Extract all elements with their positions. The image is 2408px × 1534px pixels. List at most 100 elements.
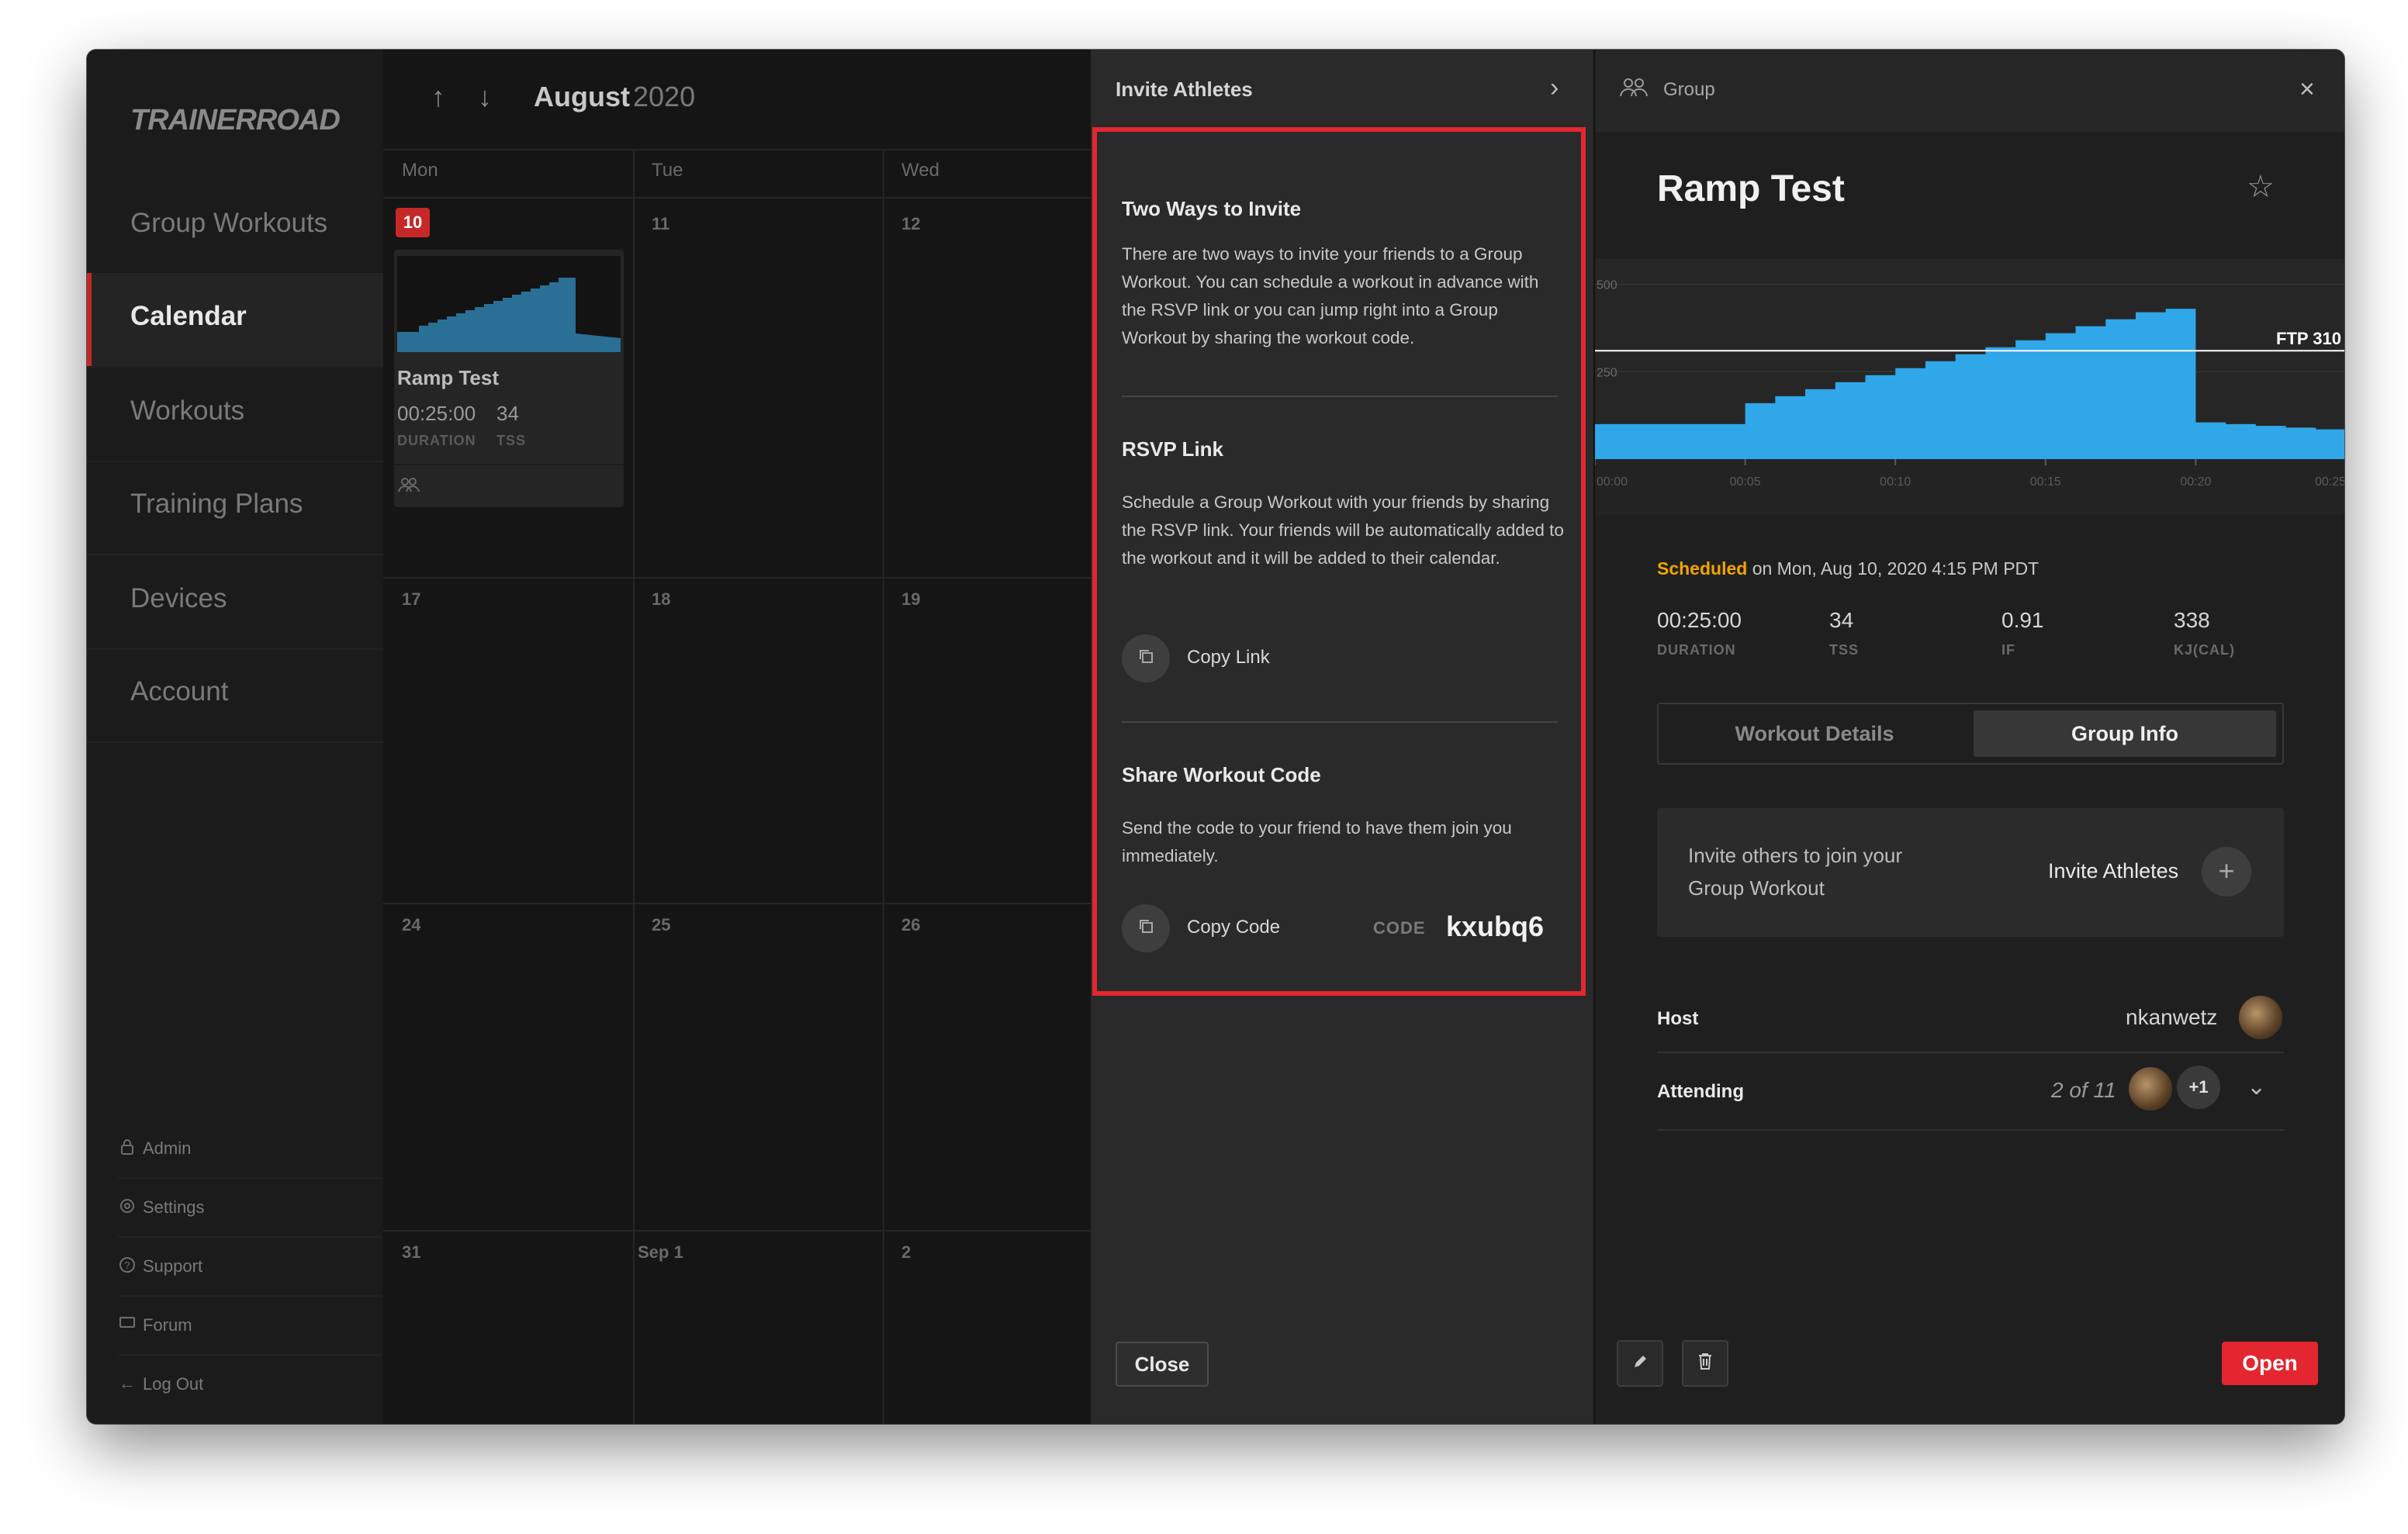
sidebar-item-label: Forum [143, 1315, 192, 1335]
nav-label: Calendar [130, 301, 247, 331]
section-body: There are two ways to invite your friend… [1122, 244, 1539, 347]
day-number[interactable]: 24 [402, 915, 420, 935]
row-divider [1657, 1052, 2284, 1053]
sidebar-item-label: Log Out [143, 1374, 204, 1394]
open-button[interactable]: Open [2222, 1342, 2318, 1385]
stat-label: TSS [1829, 642, 1860, 658]
nav-training-plans[interactable]: Training Plans [87, 461, 383, 555]
day-number[interactable]: 17 [402, 589, 420, 610]
nav-group-workouts[interactable]: Group Workouts [87, 180, 383, 275]
trainerroad-logo: TRAINERROAD [130, 104, 341, 136]
calendar-divider [883, 150, 884, 1424]
more-attendees-badge[interactable]: +1 [2177, 1066, 2220, 1109]
host-avatar[interactable] [2237, 994, 2284, 1041]
chart-svg: 500 250 FTP 310 00:00 00:05 00:10 00:15 00:20 00… [1594, 259, 2344, 515]
app-window: TRAINERROAD Group Workouts Calendar Work… [87, 50, 2344, 1424]
duration-label: DURATION [397, 433, 476, 448]
stat-label: KJ(CAL) [2174, 642, 2235, 658]
weekday-label: Mon [402, 160, 438, 181]
nav-label: Workouts [130, 396, 245, 426]
arrow-left-icon: ← [119, 1373, 136, 1393]
stat-value: 0.91 [2001, 608, 2044, 632]
stat-label: DURATION [1657, 642, 1736, 658]
tab-group-info[interactable]: Group Info [1974, 710, 2276, 757]
sidebar-item-label: Settings [143, 1197, 205, 1217]
day-number[interactable]: 26 [901, 915, 920, 935]
sidebar-item-logout[interactable]: ← Log Out [118, 1356, 382, 1413]
close-icon[interactable]: × [2299, 74, 2315, 105]
gear-icon [118, 1197, 137, 1216]
star-icon[interactable]: ☆ [2247, 169, 2275, 205]
row-divider [1657, 1129, 2284, 1131]
invite-panel: Invite Athletes › Two Ways to Invite The… [1091, 50, 1593, 1424]
group-icon [397, 476, 420, 498]
day-number[interactable]: 11 [652, 214, 669, 234]
day-number[interactable]: 12 [901, 214, 920, 234]
day-number[interactable]: Sep 1 [638, 1242, 683, 1263]
scheduled-date: on Mon, Aug 10, 2020 4:15 PM PDT [1747, 558, 2040, 579]
chat-icon [118, 1315, 137, 1334]
chevron-right-icon[interactable]: › [1550, 73, 1559, 103]
copy-code-button[interactable] [1122, 904, 1170, 952]
calendar-divider [383, 903, 1091, 904]
day-number[interactable]: 31 [402, 1242, 420, 1263]
stat-value: 338 [2174, 608, 2210, 632]
sidebar-item-support[interactable]: ? Support [118, 1238, 382, 1297]
calendar-divider [383, 197, 1091, 199]
section-heading: Two Ways to Invite [1122, 197, 1302, 220]
close-button[interactable]: Close [1116, 1342, 1209, 1387]
chevron-down-icon[interactable]: ⌄ [2247, 1073, 2266, 1100]
invite-panel-title: Invite Athletes [1116, 78, 1253, 101]
scheduled-status: Scheduled [1657, 558, 1748, 579]
code-label: CODE [1373, 918, 1426, 938]
card-divider [394, 464, 624, 465]
copy-code-label[interactable]: Copy Code [1187, 917, 1280, 938]
section-heading: Share Workout Code [1122, 763, 1321, 786]
x-tick-label: 00:05 [1730, 475, 1761, 489]
section-body: Schedule a Group Workout with your frien… [1122, 492, 1564, 568]
sidebar-item-admin[interactable]: Admin [118, 1120, 382, 1179]
delete-button[interactable] [1682, 1340, 1728, 1387]
detail-header: Group × [1595, 50, 2344, 132]
svg-text:?: ? [124, 1259, 130, 1271]
sidebar-item-settings[interactable]: Settings [118, 1179, 382, 1238]
day-number[interactable]: 25 [652, 915, 670, 935]
day-number[interactable]: 19 [901, 589, 920, 610]
workout-card[interactable]: Ramp Test 00:25:00 34 DURATION TSS [394, 250, 624, 507]
next-month-button[interactable]: ↓ [478, 81, 492, 113]
invite-athletes-link[interactable]: Invite Athletes [2048, 859, 2178, 883]
calendar-divider [633, 150, 635, 1424]
today-badge[interactable]: 10 [396, 208, 430, 237]
attendee-avatar[interactable] [2127, 1066, 2174, 1112]
copy-link-button[interactable] [1122, 634, 1170, 682]
host-label: Host [1657, 1008, 1699, 1029]
detail-header-label: Group [1663, 79, 1715, 100]
detail-tabs: Workout Details Group Info [1657, 703, 2284, 765]
edit-button[interactable] [1617, 1340, 1663, 1387]
sidebar-item-label: Admin [143, 1138, 192, 1158]
x-tick-label: 00:00 [1597, 475, 1628, 489]
day-number[interactable]: 2 [901, 1242, 911, 1263]
invite-athletes-box: Invite others to join your Group Workout… [1657, 808, 2284, 937]
copy-link-label[interactable]: Copy Link [1187, 647, 1270, 669]
tab-workout-details[interactable]: Workout Details [1663, 710, 1966, 757]
stat-label: IF [2001, 642, 2015, 658]
workout-code: kxubq6 [1446, 910, 1545, 942]
nav-calendar[interactable]: Calendar [87, 273, 383, 368]
nav-account[interactable]: Account [87, 648, 383, 743]
sidebar-item-forum[interactable]: Forum [118, 1297, 382, 1356]
y-tick-label: 250 [1597, 366, 1617, 379]
nav-devices[interactable]: Devices [87, 555, 383, 650]
invite-description: Invite others to join your Group Workout [1688, 844, 1903, 900]
calendar-year: 2020 [633, 81, 696, 112]
x-tick-label: 00:10 [1880, 475, 1911, 489]
sidebar: TRAINERROAD Group Workouts Calendar Work… [87, 50, 383, 1424]
prev-month-button[interactable]: ↑ [431, 81, 445, 113]
weekday-label: Wed [901, 160, 939, 181]
x-tick-label: 00:20 [2180, 475, 2211, 489]
nav-label: Training Plans [130, 489, 303, 519]
nav-workouts[interactable]: Workouts [87, 368, 383, 462]
add-athlete-button[interactable]: + [2202, 847, 2251, 897]
calendar-divider [383, 577, 1091, 579]
day-number[interactable]: 18 [652, 589, 670, 610]
